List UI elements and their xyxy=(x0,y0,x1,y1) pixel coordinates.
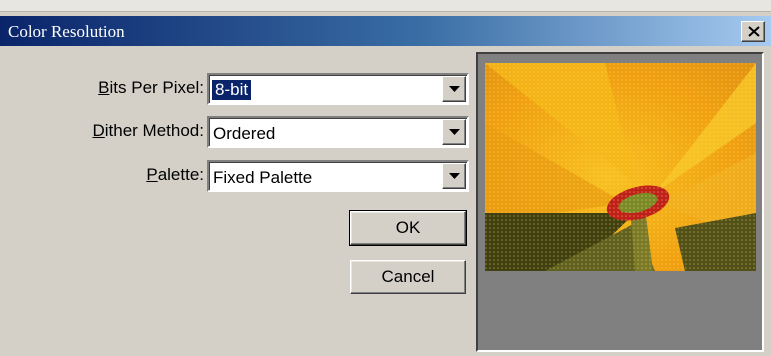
dither-method-label-text: ither Method: xyxy=(104,121,204,140)
dither-method-mnemonic: D xyxy=(92,121,105,140)
palette-label: Palette: xyxy=(4,165,204,185)
bits-per-pixel-dropdown-button[interactable] xyxy=(442,76,466,102)
ok-button[interactable]: OK xyxy=(349,210,467,246)
bits-per-pixel-label: Bits Per Pixel: xyxy=(4,78,204,98)
bits-per-pixel-label-text: its Per Pixel: xyxy=(109,78,204,97)
palette-select[interactable]: Fixed Palette xyxy=(207,160,469,192)
chevron-down-icon xyxy=(449,86,460,92)
title-bar[interactable]: Color Resolution xyxy=(0,16,771,46)
palette-label-text: alette: xyxy=(157,165,204,184)
bits-per-pixel-mnemonic: B xyxy=(98,78,110,97)
dither-method-label: Dither Method: xyxy=(4,121,204,141)
close-icon xyxy=(748,26,760,37)
dither-method-value: Ordered xyxy=(213,124,276,143)
dither-method-select[interactable]: Ordered xyxy=(207,116,469,148)
palette-value: Fixed Palette xyxy=(213,168,313,187)
color-resolution-dialog: Color Resolution Bits Per Pixel: 8-bit D… xyxy=(0,14,771,356)
dialog-title: Color Resolution xyxy=(8,22,125,41)
preview-panel xyxy=(476,52,764,352)
bits-per-pixel-select[interactable]: 8-bit xyxy=(207,73,469,105)
palette-mnemonic: P xyxy=(146,165,158,184)
chevron-down-icon xyxy=(449,173,460,179)
cancel-button[interactable]: Cancel xyxy=(350,260,466,294)
background-window-strip xyxy=(0,0,771,12)
bits-per-pixel-value: 8-bit xyxy=(212,80,252,100)
preview-image xyxy=(485,63,756,271)
chevron-down-icon xyxy=(449,129,460,135)
dither-method-dropdown-button[interactable] xyxy=(442,119,466,145)
background-window-edge xyxy=(0,0,771,14)
palette-dropdown-button[interactable] xyxy=(442,163,466,189)
close-button[interactable] xyxy=(741,21,765,42)
